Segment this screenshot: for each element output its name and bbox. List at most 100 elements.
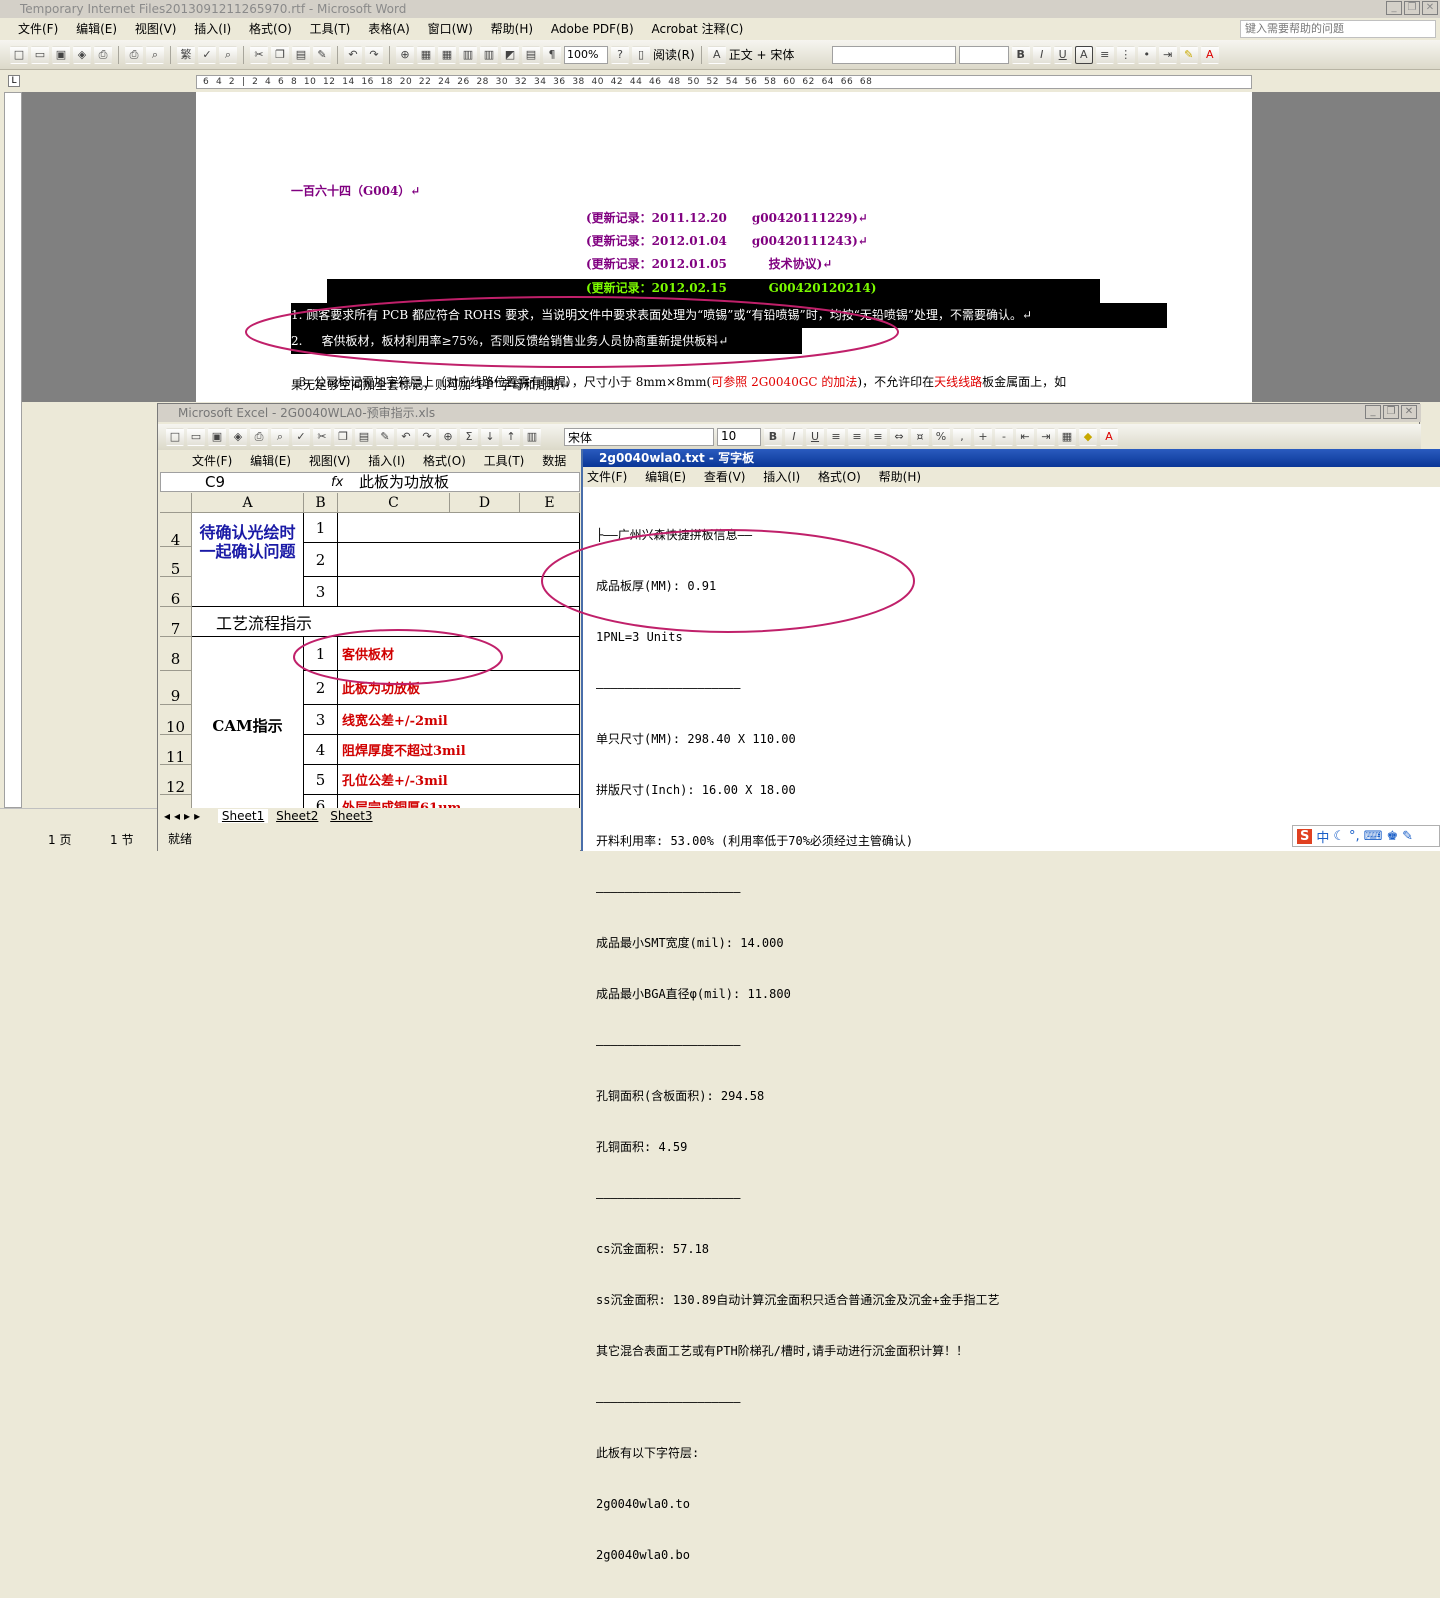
print-preview-icon[interactable]: ⌕ <box>271 428 289 446</box>
paste-icon[interactable]: ▤ <box>355 428 373 446</box>
help-search-input[interactable]: 键入需要帮助的问题 <box>1240 20 1436 38</box>
permission-icon[interactable]: ◈ <box>73 45 91 64</box>
document-page[interactable]: 一百六十四（G004）↵ (更新记录：2011.12.20 g004201112… <box>196 92 1252 402</box>
align-right-icon[interactable]: ≡ <box>869 428 887 446</box>
skin-icon[interactable]: ♚ <box>1386 829 1398 844</box>
menu-file[interactable]: 文件(F) <box>18 22 58 36</box>
menu-view[interactable]: 查看(V) <box>704 470 746 484</box>
underline-button[interactable]: U <box>806 428 824 446</box>
tab-selector[interactable]: L <box>8 75 20 87</box>
menu-help[interactable]: 帮助(H) <box>879 470 921 484</box>
permission-icon[interactable]: ◈ <box>229 428 247 446</box>
align-center-icon[interactable]: ≡ <box>848 428 866 446</box>
menu-adobe-pdf[interactable]: Adobe PDF(B) <box>551 22 634 36</box>
open-icon[interactable]: ▭ <box>187 428 205 446</box>
menu-view[interactable]: 视图(V) <box>135 22 177 36</box>
row-header[interactable]: 4 <box>160 513 192 549</box>
menu-insert[interactable]: 插入(I) <box>763 470 800 484</box>
bold-button[interactable]: B <box>764 428 782 446</box>
align-left-icon[interactable]: ≡ <box>1095 45 1114 64</box>
print-preview-icon[interactable]: ⎙ <box>94 45 112 64</box>
percent-icon[interactable]: % <box>932 428 950 446</box>
close-button[interactable]: ✕ <box>1422 1 1438 15</box>
new-doc-icon[interactable]: □ <box>10 45 28 64</box>
tables-borders-icon[interactable]: ▦ <box>417 45 435 64</box>
traditional-chinese-icon[interactable]: 繁 <box>177 45 195 64</box>
excel-close-button[interactable]: ✕ <box>1401 405 1417 419</box>
borders-icon[interactable]: ▦ <box>1058 428 1076 446</box>
excel-restore-button[interactable]: ❐ <box>1383 405 1399 419</box>
doc-map-icon[interactable]: ▤ <box>522 45 540 64</box>
indent-icon[interactable]: ⇥ <box>1037 428 1055 446</box>
cell-cam-num[interactable]: 5 <box>304 765 338 795</box>
bullets-icon[interactable]: • <box>1137 45 1156 64</box>
menu-format[interactable]: 格式(O) <box>249 22 292 36</box>
fill-color-icon[interactable]: ◆ <box>1079 428 1097 446</box>
comma-icon[interactable]: , <box>953 428 971 446</box>
show-hide-icon[interactable]: ¶ <box>543 45 561 64</box>
font-select[interactable]: 宋体 <box>564 428 714 446</box>
redo-icon[interactable]: ↷ <box>365 45 383 64</box>
new-icon[interactable]: □ <box>166 428 184 446</box>
hyperlink-icon[interactable]: ⊕ <box>396 45 414 64</box>
menu-insert[interactable]: 插入(I) <box>194 22 231 36</box>
row-header[interactable]: 6 <box>160 577 192 608</box>
hyperlink-icon[interactable]: ⊕ <box>439 428 457 446</box>
align-left-icon[interactable]: ≡ <box>827 428 845 446</box>
redo-icon[interactable]: ↷ <box>418 428 436 446</box>
styles-icon[interactable]: A <box>707 45 726 64</box>
row-header[interactable]: 10 <box>160 705 192 736</box>
menu-data[interactable]: 数据 <box>542 454 566 468</box>
punctuation-icon[interactable]: °, <box>1349 829 1360 844</box>
copy-icon[interactable]: ❐ <box>334 428 352 446</box>
indent-icon[interactable]: ⇥ <box>1158 45 1177 64</box>
font-color-icon[interactable]: A <box>1100 428 1118 446</box>
tab-sheet2[interactable]: Sheet2 <box>272 809 322 823</box>
spelling-icon[interactable]: ✓ <box>198 45 216 64</box>
cell-cam-num[interactable]: 3 <box>304 705 338 735</box>
font-color-icon[interactable]: A <box>1200 45 1219 64</box>
column-header[interactable]: E <box>520 493 580 513</box>
menu-view[interactable]: 视图(V) <box>309 454 351 468</box>
columns-icon[interactable]: ▥ <box>480 45 498 64</box>
excel-icon[interactable]: ▥ <box>459 45 477 64</box>
cell-cam-item[interactable]: 线宽公差+/-2mil <box>338 705 580 735</box>
chart-icon[interactable]: ▥ <box>523 428 541 446</box>
cell-cam-num[interactable]: 4 <box>304 735 338 765</box>
column-header[interactable]: C <box>338 493 450 513</box>
cell-cam-label[interactable]: CAM指示 <box>192 637 304 808</box>
autosum-icon[interactable]: Σ <box>460 428 478 446</box>
cell-b-num[interactable]: 1 <box>304 513 338 543</box>
menu-file[interactable]: 文件(F) <box>587 470 627 484</box>
cell-cam-item[interactable]: 阻焊厚度不超过3mil <box>338 735 580 765</box>
sort-asc-icon[interactable]: ↓ <box>481 428 499 446</box>
menu-tools[interactable]: 工具(T) <box>310 22 351 36</box>
restore-button[interactable]: ❐ <box>1404 1 1420 15</box>
cell-cam-num[interactable]: 6 <box>304 795 338 808</box>
tab-scroll-arrows[interactable]: ◂◂▸▸ <box>164 809 204 823</box>
excel-minimize-button[interactable]: _ <box>1365 405 1381 419</box>
row-header[interactable]: 9 <box>160 671 192 705</box>
font-select[interactable] <box>831 45 956 64</box>
read-mode-button[interactable]: 阅读(R) <box>653 46 695 63</box>
menu-edit[interactable]: 编辑(E) <box>645 470 686 484</box>
sort-desc-icon[interactable]: ↑ <box>502 428 520 446</box>
row-header[interactable]: 12 <box>160 765 192 796</box>
font-size-select[interactable] <box>958 45 1009 64</box>
insert-table-icon[interactable]: ▦ <box>438 45 456 64</box>
column-header[interactable]: B <box>304 493 338 513</box>
menu-format[interactable]: 格式(O) <box>423 454 466 468</box>
cut-icon[interactable]: ✂ <box>313 428 331 446</box>
cell-b-num[interactable]: 3 <box>304 577 338 607</box>
tab-sheet3[interactable]: Sheet3 <box>326 809 376 823</box>
menu-format[interactable]: 格式(O) <box>818 470 861 484</box>
zoom-preview-icon[interactable]: ⌕ <box>146 45 164 64</box>
copy-icon[interactable]: ❐ <box>271 45 289 64</box>
italic-button[interactable]: I <box>1032 45 1051 64</box>
row-header[interactable]: 7 <box>160 607 192 638</box>
print-icon[interactable]: ⎙ <box>125 45 143 64</box>
tools-icon[interactable]: ✎ <box>1402 829 1413 844</box>
italic-button[interactable]: I <box>785 428 803 446</box>
undo-icon[interactable]: ↶ <box>397 428 415 446</box>
corner-select[interactable] <box>160 493 192 513</box>
